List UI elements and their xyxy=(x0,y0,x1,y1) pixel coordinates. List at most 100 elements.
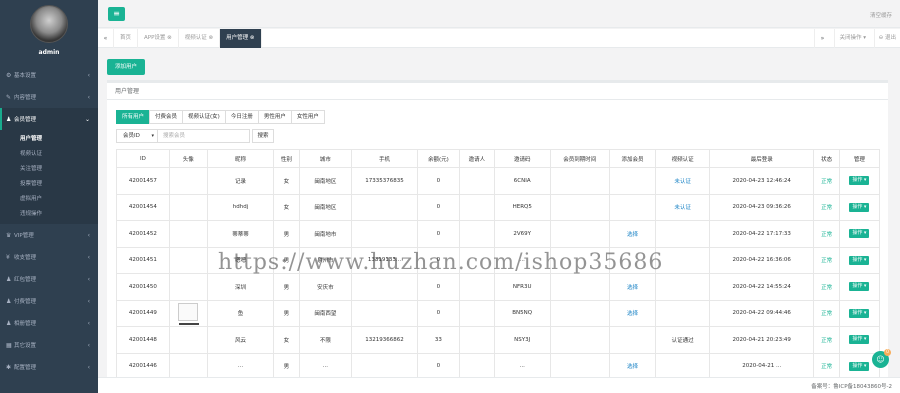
menu-toggle-button[interactable]: ≡ xyxy=(108,7,125,21)
cell-balance: 0 xyxy=(416,193,460,221)
avatar-thumbnail[interactable] xyxy=(178,303,200,326)
chevron-left-icon: ‹ xyxy=(87,363,90,371)
select-vip-link[interactable]: 选择 xyxy=(627,285,638,291)
cell-inviter xyxy=(458,220,495,248)
cell-balance: 0 xyxy=(416,299,460,327)
search-input[interactable]: 搜索会员 xyxy=(158,129,250,143)
chevron-left-icon: ‹ xyxy=(87,231,90,239)
operation-dropdown-button[interactable]: 操作 ▾ xyxy=(849,308,870,318)
cell-id: 42001452 xyxy=(116,220,170,248)
cell-sex: 男 xyxy=(273,246,300,274)
cell-last: 2020-04-21 ... xyxy=(708,352,815,380)
cell-sex: 男 xyxy=(273,299,300,327)
tab[interactable]: 首页 xyxy=(114,29,139,48)
submenu-item[interactable]: 虚拟用户 xyxy=(0,190,98,205)
clear-cache-link[interactable]: 清空缓存 xyxy=(870,11,892,19)
select-vip-link[interactable]: 选择 xyxy=(627,364,638,370)
submenu-item[interactable]: 关注管理 xyxy=(0,160,98,175)
filter-tab[interactable]: 视频认证(女) xyxy=(182,110,226,124)
operation-dropdown-button[interactable]: 操作 ▾ xyxy=(849,202,870,212)
sidebar-item[interactable]: ✎ 内容管理 ‹ xyxy=(0,86,98,108)
sidebar-item-label: 配置管理 xyxy=(14,365,37,371)
cell-status: 正常 xyxy=(813,352,840,380)
chevron-left-icon: ‹ xyxy=(87,71,90,79)
operation-dropdown-button[interactable]: 操作 ▾ xyxy=(849,361,870,371)
cell-inviter xyxy=(458,352,495,380)
select-vip-link[interactable]: 选择 xyxy=(627,232,638,238)
cell-inviter xyxy=(458,167,495,195)
filter-tab[interactable]: 付费会员 xyxy=(149,110,184,124)
username[interactable]: admin xyxy=(0,49,98,56)
tab-next-button[interactable]: » xyxy=(814,29,830,48)
operation-dropdown-button[interactable]: 操作 ▾ xyxy=(849,255,870,265)
select-vip-link[interactable]: 选择 xyxy=(627,311,638,317)
sidebar-item-label: VIP管理 xyxy=(14,233,34,239)
column-header: 视频认证 xyxy=(655,149,710,168)
operation-dropdown-button[interactable]: 操作 ▾ xyxy=(849,335,870,345)
filter-tab[interactable]: 今日注册 xyxy=(224,110,259,124)
sidebar-item[interactable]: ♟ 红包管理 ‹ xyxy=(0,268,98,290)
cell-sex: 女 xyxy=(273,167,300,195)
sidebar-item[interactable]: ♛ VIP管理 ‹ xyxy=(0,224,98,246)
cell-balance: 0 xyxy=(416,352,460,380)
cell-add_vip xyxy=(608,193,657,221)
tab[interactable]: 用户管理 ⊗ xyxy=(220,29,262,48)
avatar[interactable] xyxy=(30,5,68,43)
cell-nick: hdhdj xyxy=(206,193,275,221)
verify-status[interactable]: 未认证 xyxy=(674,205,691,211)
cell-nick: ... xyxy=(206,352,275,380)
cell-verify xyxy=(655,246,710,274)
cell-avatar xyxy=(168,299,208,327)
operation-dropdown-button[interactable]: 操作 ▾ xyxy=(849,229,870,239)
nav-icon: ♟ xyxy=(6,297,12,305)
operation-dropdown-button[interactable]: 操作 ▾ xyxy=(849,282,870,292)
sidebar-item-label: 收支管理 xyxy=(14,255,37,261)
submenu-item[interactable]: 用户管理 xyxy=(0,130,98,145)
sidebar-item[interactable]: ✱ 配置管理 ‹ xyxy=(0,356,98,378)
tab[interactable]: APP设置 ⊗ xyxy=(138,29,179,48)
cell-last: 2020-04-23 12:46:24 xyxy=(708,167,815,195)
cell-nick: 记录 xyxy=(206,167,275,195)
tab[interactable]: 视频认证 ⊗ xyxy=(179,29,221,48)
logout-button[interactable]: ⊖ 退出 xyxy=(873,29,900,48)
cell-verify xyxy=(655,352,710,380)
verify-status[interactable]: 未认证 xyxy=(674,179,691,185)
sidebar-item[interactable]: ♟ 相册管理 ‹ xyxy=(0,312,98,334)
cell-add_vip xyxy=(608,326,657,354)
cell-last: 2020-04-22 17:17:33 xyxy=(708,220,815,248)
search-field-select[interactable]: 会员ID ▾ xyxy=(116,129,158,143)
chevron-left-icon: ‹ xyxy=(87,319,90,327)
filter-tab[interactable]: 男性用户 xyxy=(257,110,292,124)
close-operations-dropdown[interactable]: 关闭操作 ▾ xyxy=(834,29,870,48)
sidebar-item[interactable]: ♟ 付费管理 ‹ xyxy=(0,290,98,312)
operation-dropdown-button[interactable]: 操作 ▾ xyxy=(849,176,870,186)
filter-tab[interactable]: 所有用户 xyxy=(116,110,151,124)
add-user-button[interactable]: 添加用户 xyxy=(107,59,145,75)
sidebar-item[interactable]: ⚙ 基本设置 ‹ xyxy=(0,64,98,86)
cell-op: 操作 ▾ xyxy=(838,273,881,301)
cell-op: 操作 ▾ xyxy=(838,193,881,221)
filter-tab[interactable]: 女性用户 xyxy=(290,110,325,124)
sidebar-item[interactable]: ¥ 收支管理 ‹ xyxy=(0,246,98,268)
table-row: 42001451 嗯嗯男泉州市 13319133... 0... 2020-04-22 … xyxy=(116,246,881,274)
table-row: 42001457 记录女闽南地区 17335376835 0 6CNIA 未认证 2020-… xyxy=(116,167,881,195)
sidebar-item[interactable]: ♟ 会员管理 ⌄ xyxy=(0,108,98,130)
submenu-item[interactable]: 视频认证 xyxy=(0,145,98,160)
column-header: 手机 xyxy=(351,149,418,168)
cell-id: 42001448 xyxy=(116,326,170,354)
sidebar-item-label: 会员管理 xyxy=(14,117,37,123)
cell-code: NFR3U xyxy=(493,273,551,301)
submenu-item[interactable]: 违规操作 xyxy=(0,205,98,220)
cell-add_vip: 选择 xyxy=(608,220,657,248)
icp-record[interactable]: 备案号：鲁ICP备18043860号-2 xyxy=(811,382,892,390)
cell-sex: 男 xyxy=(273,220,300,248)
main-content: 添加用户 用户管理 所有用户 付费会员 视频认证(女) 今日注册 男性用户 女性用户 会员… xyxy=(98,48,900,380)
submenu-item[interactable]: 投票管理 xyxy=(0,175,98,190)
cell-code: NSY3J xyxy=(493,326,551,354)
cell-phone xyxy=(351,220,418,248)
cell-status: 正常 xyxy=(813,246,840,274)
sidebar-item[interactable]: ▦ 其它设置 ‹ xyxy=(0,334,98,356)
tab-prev-button[interactable]: « xyxy=(98,29,114,48)
search-button[interactable]: 搜索 xyxy=(252,129,274,143)
user-panel: 用户管理 所有用户 付费会员 视频认证(女) 今日注册 男性用户 女性用户 会员ID ▾ … xyxy=(107,80,888,380)
